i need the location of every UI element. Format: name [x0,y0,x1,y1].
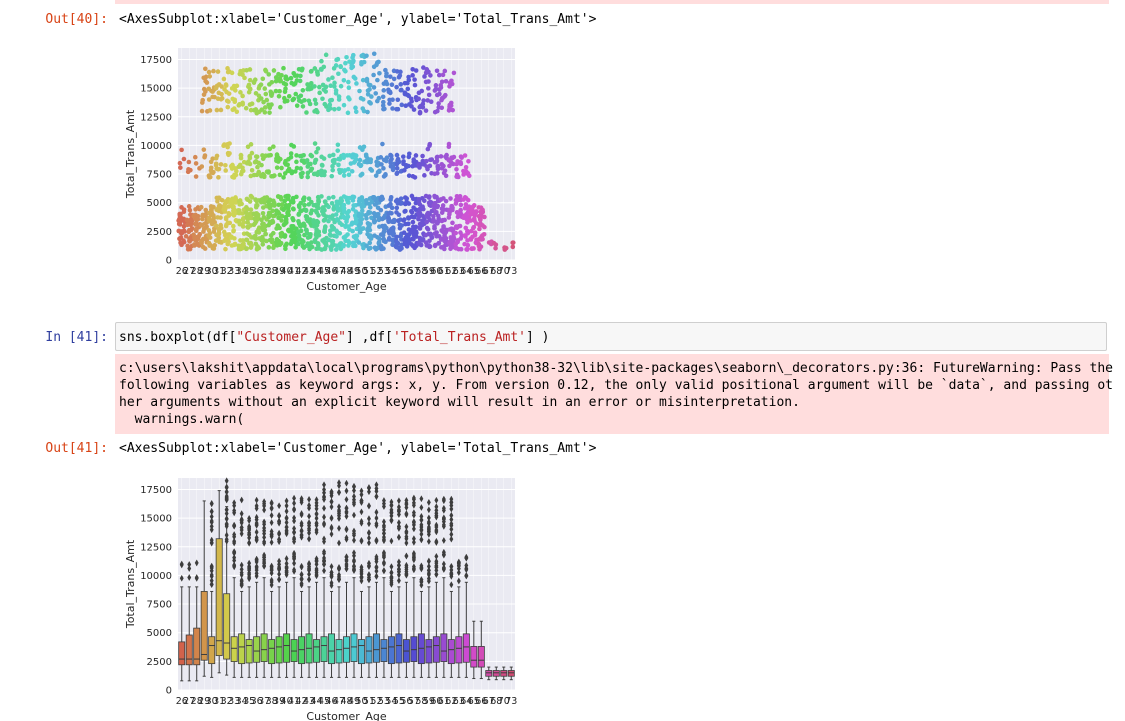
box [462,633,470,663]
box [500,670,508,677]
box [328,633,335,665]
box [470,646,478,668]
box [365,636,373,664]
box [185,634,193,666]
y-tick-label: 10000 [140,571,172,582]
box [320,636,328,662]
box [313,639,321,663]
box [275,636,283,664]
box [260,633,268,662]
y-tick-label: 17500 [140,485,172,496]
box [507,670,515,677]
box [238,633,246,665]
box [208,636,216,665]
box [477,646,485,668]
box [380,639,388,662]
box [440,633,448,662]
box [223,593,231,660]
box [298,636,306,665]
box [410,636,418,662]
box [215,538,223,657]
box [432,636,440,663]
box [350,633,358,662]
boxplot-chart: 0250050007500100001250015000175002627282… [124,477,517,721]
y-tick-label: 7500 [147,600,172,611]
box [358,639,365,665]
box [178,641,186,666]
y-tick-label: 15000 [140,514,172,525]
box [425,639,433,664]
box [447,639,455,665]
box [230,636,238,662]
y-tick-label: 12500 [140,542,172,553]
box [283,633,291,663]
box [492,670,500,677]
x-tick-label: 73 [505,696,517,707]
box [200,591,208,661]
y-tick-label: 2500 [147,657,172,668]
box [395,633,403,664]
y-axis-label: Total_Trans_Amt [124,539,137,629]
box [485,670,493,677]
box [343,636,350,663]
x-axis-label: Customer_Age [306,710,386,721]
y-tick-label: 5000 [147,628,172,639]
box [253,636,261,663]
box [268,639,276,665]
box [455,636,463,664]
box [335,639,343,664]
y-tick-label: 0 [166,686,172,697]
box [387,636,395,665]
box [245,639,253,664]
box [372,633,380,663]
